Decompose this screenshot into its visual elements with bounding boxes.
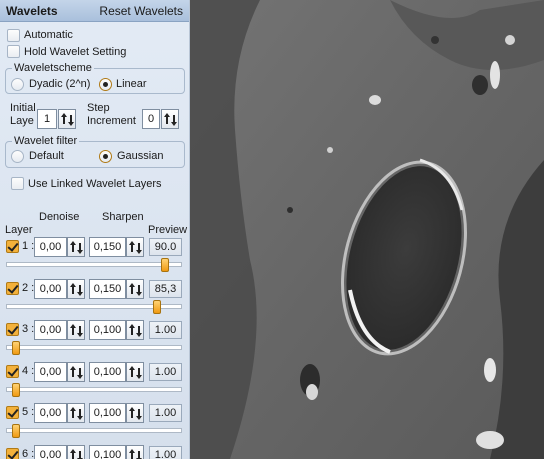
spin-arrows-icon [70, 449, 83, 459]
layer-enable-checkbox[interactable] [6, 282, 19, 295]
layer-number: 4 : [22, 365, 35, 377]
sharpen-input[interactable]: 0,150 [89, 237, 126, 257]
preview-value: 1.00 [149, 404, 182, 422]
wavelet-filter-legend: Wavelet filter [14, 135, 78, 147]
sharpen-input[interactable]: 0,100 [89, 403, 126, 423]
layer-header: Layer [5, 224, 33, 236]
sharpen-input[interactable]: 0,100 [89, 362, 126, 382]
panel-header: Wavelets Reset Wavelets [0, 0, 190, 22]
denoise-spinner[interactable] [67, 445, 85, 459]
preview-value: 1.00 [149, 446, 182, 459]
sharpen-spinner[interactable] [126, 403, 144, 423]
default-filter-label: Default [29, 150, 64, 162]
layer-number: 5 : [22, 406, 35, 418]
sharpen-input[interactable]: 0,100 [89, 320, 126, 340]
step-increment-input[interactable]: 0 [142, 109, 160, 129]
spin-arrows-icon [164, 113, 177, 126]
sharpen-spinner[interactable] [126, 445, 144, 459]
layer-amount-slider-thumb[interactable] [12, 341, 20, 355]
denoise-spinner[interactable] [67, 362, 85, 382]
layer-amount-slider-thumb[interactable] [153, 300, 161, 314]
layer-amount-slider-thumb[interactable] [161, 258, 169, 272]
moon-surface-picture [190, 0, 544, 459]
sharpen-spinner[interactable] [126, 362, 144, 382]
initial-layer-spinner[interactable] [58, 109, 76, 129]
lunar-crater-image [190, 0, 544, 459]
layer-enable-checkbox[interactable] [6, 240, 19, 253]
spin-arrows-icon [70, 283, 83, 296]
denoise-spinner[interactable] [67, 237, 85, 257]
layer-amount-slider-track[interactable] [6, 345, 182, 350]
layer-number: 3 : [22, 323, 35, 335]
preview-value: 1.00 [149, 321, 182, 339]
step-label-line2: Increment [87, 115, 136, 127]
spin-arrows-icon [70, 324, 83, 337]
preview-value: 1.00 [149, 363, 182, 381]
sharpen-spinner[interactable] [126, 320, 144, 340]
denoise-input[interactable]: 0,00 [34, 237, 67, 257]
preview-value: 85,3 [149, 280, 182, 298]
layer-enable-checkbox[interactable] [6, 323, 19, 336]
linear-label: Linear [116, 78, 147, 90]
sharpen-header: Sharpen [102, 211, 144, 223]
dyadic-label: Dyadic (2^n) [29, 78, 91, 90]
default-filter-radio[interactable] [11, 150, 24, 163]
preview-header: Preview [148, 224, 188, 236]
linked-layers-label: Use Linked Wavelet Layers [28, 178, 162, 190]
gaussian-filter-radio[interactable] [99, 150, 112, 163]
spin-arrows-icon [70, 366, 83, 379]
spin-arrows-icon [129, 366, 142, 379]
layer-enable-checkbox[interactable] [6, 365, 19, 378]
hold-wavelet-checkbox[interactable] [7, 45, 20, 58]
sharpen-input[interactable]: 0,150 [89, 279, 126, 299]
layer-number: 2 : [22, 282, 35, 294]
denoise-input[interactable]: 0,00 [34, 445, 67, 459]
denoise-spinner[interactable] [67, 279, 85, 299]
layer-amount-slider-thumb[interactable] [12, 424, 20, 438]
preview-value: 90.0 [149, 238, 182, 256]
denoise-input[interactable]: 0,00 [34, 279, 67, 299]
waveletscheme-legend: Waveletscheme [14, 62, 92, 74]
spin-arrows-icon [129, 241, 142, 254]
spin-arrows-icon [61, 113, 74, 126]
denoise-input[interactable]: 0,00 [34, 362, 67, 382]
panel-title: Wavelets [6, 4, 58, 18]
automatic-checkbox[interactable] [7, 29, 20, 42]
layer-enable-checkbox[interactable] [6, 406, 19, 419]
step-increment-spinner[interactable] [161, 109, 179, 129]
linked-layers-checkbox[interactable] [11, 177, 24, 190]
step-label-line1: Step [87, 102, 110, 114]
spin-arrows-icon [129, 283, 142, 296]
sharpen-spinner[interactable] [126, 279, 144, 299]
denoise-spinner[interactable] [67, 403, 85, 423]
sharpen-spinner[interactable] [126, 237, 144, 257]
initial-layer-label-line2: Laye [10, 115, 34, 127]
initial-layer-input[interactable]: 1 [37, 109, 57, 129]
layer-enable-checkbox[interactable] [6, 448, 19, 459]
dyadic-radio[interactable] [11, 78, 24, 91]
reset-wavelets-button[interactable]: Reset Wavelets [99, 4, 183, 18]
sharpen-input[interactable]: 0,100 [89, 445, 126, 459]
hold-wavelet-label: Hold Wavelet Setting [24, 46, 127, 58]
layer-number: 1 : [22, 240, 35, 252]
linear-radio[interactable] [99, 78, 112, 91]
automatic-label: Automatic [24, 29, 73, 41]
layer-amount-slider-track[interactable] [6, 387, 182, 392]
denoise-spinner[interactable] [67, 320, 85, 340]
denoise-header: Denoise [39, 211, 80, 223]
denoise-input[interactable]: 0,00 [34, 320, 67, 340]
spin-arrows-icon [129, 324, 142, 337]
spin-arrows-icon [129, 407, 142, 420]
spin-arrows-icon [70, 241, 83, 254]
layer-amount-slider-track[interactable] [6, 262, 182, 267]
denoise-input[interactable]: 0,00 [34, 403, 67, 423]
gaussian-filter-label: Gaussian [117, 150, 164, 162]
initial-layer-label-line1: Initial [10, 102, 36, 114]
layer-amount-slider-track[interactable] [6, 428, 182, 433]
layer-number: 6 : [22, 448, 35, 459]
spin-arrows-icon [70, 407, 83, 420]
spin-arrows-icon [129, 449, 142, 459]
wavelets-panel: Wavelets Reset Wavelets Automatic Hold W… [0, 0, 190, 459]
layer-amount-slider-thumb[interactable] [12, 383, 20, 397]
